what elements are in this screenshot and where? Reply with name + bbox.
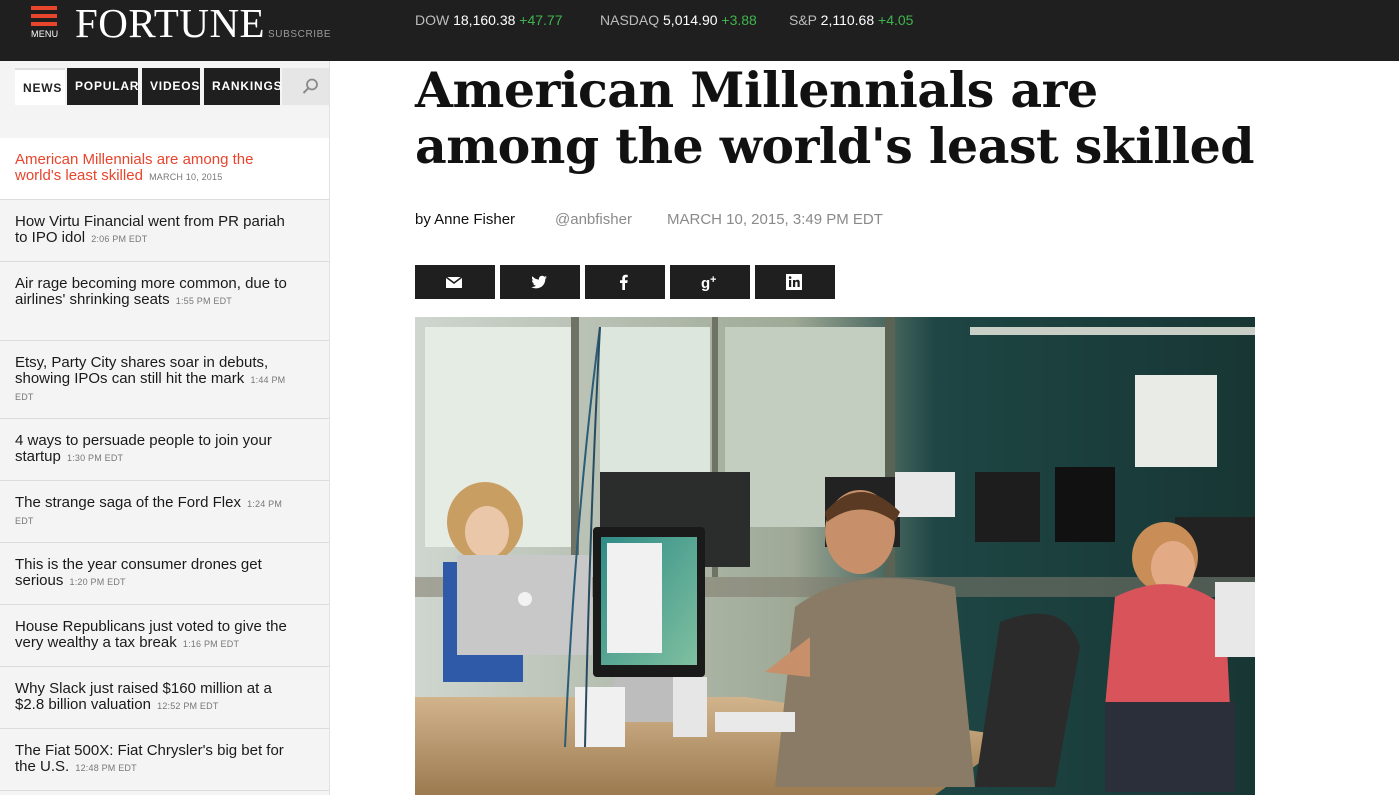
list-item[interactable]: How Virtu Financial went from PR pariah …: [0, 200, 329, 262]
menu-label: MENU: [31, 29, 59, 39]
story-list: American Millennials are among the world…: [0, 138, 329, 791]
story-title: 4 ways to persuade people to join your s…: [15, 432, 272, 465]
ticker-name: NASDAQ: [600, 12, 660, 28]
ticker-change: +4.05: [878, 12, 914, 28]
author-twitter-handle[interactable]: @anbfisher: [555, 211, 632, 228]
story-time: 2:06 PM EDT: [91, 234, 148, 244]
article-hero-image: [415, 317, 1255, 795]
list-item[interactable]: Etsy, Party City shares soar in debuts, …: [0, 341, 329, 419]
sidebar-tabs: NEWS POPULAR VIDEOS RANKINGS: [0, 61, 329, 137]
office-photo: [415, 317, 1255, 795]
story-title: This is the year consumer drones get ser…: [15, 556, 262, 589]
linkedin-icon: [786, 274, 802, 290]
article-headline: American Millennials are among the world…: [415, 61, 1255, 175]
ticker-name: S&P: [789, 12, 817, 28]
share-linkedin-button[interactable]: [755, 265, 835, 299]
svg-text:g: g: [701, 275, 710, 291]
search-icon: [302, 78, 318, 94]
story-time: MARCH 10, 2015: [149, 172, 223, 182]
fortune-logo[interactable]: FORTUNE: [75, 0, 265, 46]
byline: by Anne Fisher @anbfisher MARCH 10, 2015…: [415, 211, 883, 228]
facebook-icon: [620, 274, 628, 290]
twitter-icon: [531, 275, 547, 289]
ticker-sp[interactable]: S&P 2,110.68 +4.05: [789, 12, 913, 28]
ticker-value: 5,014.90: [663, 12, 718, 28]
share-google-plus-button[interactable]: g +: [670, 265, 750, 299]
svg-text:+: +: [710, 274, 716, 286]
ticker-nasdaq[interactable]: NASDAQ 5,014.90 +3.88: [600, 12, 757, 28]
tab-rankings[interactable]: RANKINGS: [204, 68, 282, 105]
ticker-dow[interactable]: DOW 18,160.38 +47.77: [415, 12, 563, 28]
list-item[interactable]: House Republicans just voted to give the…: [0, 605, 329, 667]
google-plus-icon: g +: [701, 274, 716, 291]
menu-button[interactable]: MENU: [28, 4, 62, 46]
share-facebook-button[interactable]: [585, 265, 665, 299]
ticker-change: +3.88: [721, 12, 757, 28]
hamburger-icon: [31, 6, 57, 10]
list-item[interactable]: 4 ways to persuade people to join your s…: [0, 419, 329, 481]
tab-videos[interactable]: VIDEOS: [142, 68, 200, 105]
ticker-change: +47.77: [519, 12, 563, 28]
publish-date: MARCH 10, 2015, 3:49 PM EDT: [667, 211, 883, 228]
list-item[interactable]: Air rage becoming more common, due to ai…: [0, 262, 329, 341]
tab-news[interactable]: NEWS: [15, 68, 65, 105]
share-email-button[interactable]: [415, 265, 495, 299]
story-time: 1:30 PM EDT: [67, 453, 124, 463]
ticker-name: DOW: [415, 12, 450, 28]
story-title: The Fiat 500X: Fiat Chrysler's big bet f…: [15, 742, 284, 775]
list-item[interactable]: The strange saga of the Ford Flex 1:24 P…: [0, 481, 329, 543]
story-title: The strange saga of the Ford Flex: [15, 494, 241, 511]
share-twitter-button[interactable]: [500, 265, 580, 299]
news-sidebar: NEWS POPULAR VIDEOS RANKINGS American Mi…: [0, 61, 330, 795]
ticker-value: 18,160.38: [453, 12, 516, 28]
list-item[interactable]: This is the year consumer drones get ser…: [0, 543, 329, 605]
list-item[interactable]: The Fiat 500X: Fiat Chrysler's big bet f…: [0, 729, 329, 791]
story-time: 1:20 PM EDT: [69, 577, 126, 587]
list-item[interactable]: Why Slack just raised $160 million at a …: [0, 667, 329, 729]
top-navigation-bar: MENU FORTUNE SUBSCRIBE DOW 18,160.38 +47…: [0, 0, 1399, 61]
hamburger-icon-line: [31, 14, 57, 18]
ticker-value: 2,110.68: [820, 12, 875, 28]
story-title: Etsy, Party City shares soar in debuts, …: [15, 354, 269, 387]
email-icon: [445, 276, 463, 288]
story-title: House Republicans just voted to give the…: [15, 618, 287, 651]
story-title: Air rage becoming more common, due to ai…: [15, 275, 287, 308]
list-item[interactable]: American Millennials are among the world…: [0, 138, 329, 200]
search-button[interactable]: [282, 68, 329, 105]
story-time: 12:48 PM EDT: [75, 763, 137, 773]
author-name[interactable]: by Anne Fisher: [415, 211, 515, 228]
story-time: 1:55 PM EDT: [175, 296, 232, 306]
tab-popular[interactable]: POPULAR: [67, 68, 138, 105]
hamburger-icon-line: [31, 22, 57, 26]
story-time: 12:52 PM EDT: [157, 701, 219, 711]
story-title: Why Slack just raised $160 million at a …: [15, 680, 272, 713]
story-time: 1:16 PM EDT: [182, 639, 240, 649]
subscribe-link[interactable]: SUBSCRIBE: [268, 29, 331, 40]
story-title: How Virtu Financial went from PR pariah …: [15, 213, 285, 246]
